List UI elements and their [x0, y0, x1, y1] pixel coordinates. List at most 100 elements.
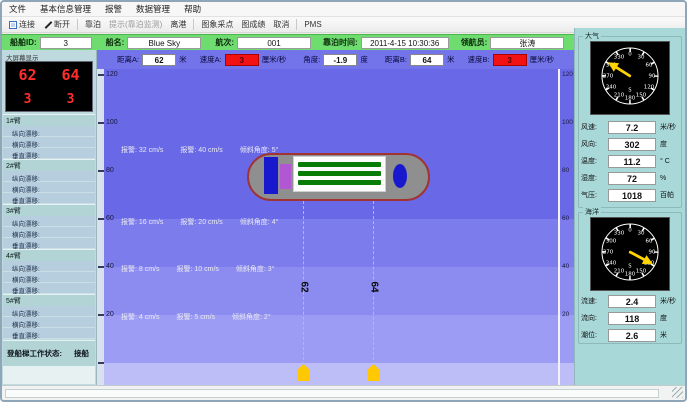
speed-a-value-alarm: 3	[225, 54, 259, 66]
arm-1-lateral-drift: 横向漂移:	[3, 137, 95, 148]
axis-tick	[98, 122, 104, 124]
arm-2-longitudinal-drift: 纵向漂移:	[3, 171, 95, 182]
speed-a-unit: 厘米/秒	[262, 54, 287, 65]
humidity-value: 72	[608, 172, 656, 185]
status-bar	[2, 385, 685, 400]
right-axis-line	[558, 69, 560, 389]
tide-level-value: 2.6	[608, 329, 656, 342]
display-speed-a: 3	[24, 92, 32, 107]
speed-b-value-alarm: 3	[493, 54, 527, 66]
disconnect-icon	[43, 20, 52, 29]
result-button[interactable]: 图成绩	[237, 18, 269, 31]
svg-text:30: 30	[638, 231, 645, 237]
angle-unit: 度	[360, 54, 368, 65]
ship-name-field[interactable]: Blue Sky	[127, 37, 201, 49]
axis-tick	[98, 362, 104, 364]
berth-time-field[interactable]: 2011-4-15 10:30:36	[361, 37, 449, 49]
chart-band	[97, 315, 574, 363]
ship-superstructure	[264, 157, 278, 194]
arm-1-longitudinal-drift: 纵向漂移:	[3, 126, 95, 137]
ship-cabin	[280, 164, 291, 189]
toolbar-separator	[193, 19, 194, 30]
disconnect-label: 断开	[54, 19, 70, 30]
menu-data[interactable]: 数据管理	[129, 1, 177, 17]
arm-4-title: 4#臂	[3, 250, 95, 261]
toolbar-separator	[77, 19, 78, 30]
deck-stripe	[298, 171, 381, 176]
ship-deck	[293, 156, 386, 192]
angle-label: 角度:	[303, 54, 320, 65]
dist-b-label: 距离B:	[385, 54, 407, 65]
disconnect-button[interactable]: 断开	[39, 18, 74, 31]
pms-button[interactable]: PMS	[300, 19, 325, 30]
gangway-status-value: 接船	[74, 348, 89, 359]
ship-name-label: 船名:	[106, 37, 125, 48]
speed-b-label: 速度B:	[467, 54, 489, 65]
arm-5-title: 5#臂	[3, 295, 95, 306]
ocean-group: 海洋 0 30 60 90 120 150 180 210 240 270 30…	[578, 212, 682, 344]
display-speed-b: 3	[67, 92, 75, 107]
svg-text:30: 30	[638, 55, 645, 61]
svg-text:240: 240	[606, 85, 617, 91]
svg-text:120: 120	[644, 85, 655, 91]
resize-grip[interactable]	[672, 387, 683, 398]
voyage-field[interactable]: 001	[237, 37, 311, 49]
svg-text:90: 90	[649, 74, 656, 80]
gangway-status: 登船梯工作状态: 接船	[3, 340, 95, 366]
temperature-value: 11.2	[608, 155, 656, 168]
dist-a-unit: 米	[179, 54, 187, 65]
pilot-label: 领航员:	[461, 37, 488, 48]
menu-help[interactable]: 帮助	[177, 1, 208, 17]
sensor-sidebar: 大屏幕显示 62 64 3 3 1#臂 纵向漂移: 横向漂移: 垂直漂移: 2#…	[2, 50, 97, 385]
wind-direction-row: 风向: 302 度	[581, 136, 679, 152]
axis-tick	[98, 74, 104, 76]
distance-a-label: 62	[299, 282, 310, 296]
current-direction-gauge: 0 30 60 90 120 150 180 210 240 270 300 3…	[590, 217, 670, 291]
svg-text:300: 300	[606, 239, 617, 245]
arm-5-longitudinal-drift: 纵向漂移:	[3, 306, 95, 317]
axis-tick	[98, 266, 104, 268]
axis-tick	[98, 170, 104, 172]
svg-text:180: 180	[625, 96, 636, 102]
capture-button[interactable]: 图象采点	[197, 18, 237, 31]
menu-file[interactable]: 文件	[2, 1, 33, 17]
depart-button[interactable]: 离港	[166, 18, 190, 31]
atmosphere-title: 大气	[583, 31, 601, 41]
dist-b-value: 64	[410, 54, 444, 66]
pilot-field[interactable]: 张涛	[490, 37, 564, 49]
connect-label: 连接	[19, 19, 35, 30]
svg-text:270: 270	[603, 74, 614, 80]
environment-panel: 大气 0 30 60 90 120 150 180 210 240 270 30…	[574, 28, 685, 385]
ship-bow	[393, 164, 407, 188]
deck-stripe	[298, 180, 381, 185]
wind-direction-value: 302	[608, 138, 656, 151]
berthing-chart: 距离A: 62 米 速度A: 3 厘米/秒 角度: -1.9 度 距离B: 64…	[97, 50, 574, 389]
display-dist-a: 62	[18, 66, 36, 84]
menu-alarm[interactable]: 报警	[98, 1, 129, 17]
menu-bar: 文件 基本信息管理 报警 数据管理 帮助	[2, 2, 685, 17]
svg-text:90: 90	[649, 250, 656, 256]
toolbar-separator	[296, 19, 297, 30]
arm-3-longitudinal-drift: 纵向漂移:	[3, 216, 95, 227]
dist-a-label: 距离A:	[117, 54, 139, 65]
cancel-button[interactable]: 取消	[269, 18, 293, 31]
ship-id-field[interactable]: 3	[40, 37, 92, 49]
arm-group-2: 2#臂 纵向漂移: 横向漂移: 垂直漂移:	[3, 159, 95, 203]
measure-bar: 距离A: 62 米 速度A: 3 厘米/秒 角度: -1.9 度 距离B: 64…	[97, 50, 574, 69]
svg-text:60: 60	[646, 239, 653, 245]
app-window: 文件 基本信息管理 报警 数据管理 帮助 连接 断开 靠泊 提示(靠泊监测) 离…	[0, 0, 687, 402]
axis-label-80: 80	[106, 167, 126, 174]
arm-5-vertical-drift: 垂直漂移:	[3, 328, 95, 339]
arm-3-vertical-drift: 垂直漂移:	[3, 238, 95, 249]
tide-level-row: 潮位: 2.6 米	[581, 327, 679, 343]
atmosphere-group: 大气 0 30 60 90 120 150 180 210 240 270 30…	[578, 36, 682, 208]
arm-group-1: 1#臂 纵向漂移: 横向漂移: 垂直漂移:	[3, 114, 95, 158]
menu-basic-info[interactable]: 基本信息管理	[33, 1, 98, 17]
arm-3-lateral-drift: 横向漂移:	[3, 227, 95, 238]
connect-button[interactable]: 连接	[5, 18, 39, 31]
berth-time-label: 靠泊时间:	[323, 37, 358, 48]
berth-button[interactable]: 靠泊	[81, 18, 105, 31]
wind-speed-value: 7.2	[608, 121, 656, 134]
arm-group-3: 3#臂 纵向漂移: 横向漂移: 垂直漂移:	[3, 204, 95, 248]
ocean-title: 海洋	[583, 207, 601, 217]
